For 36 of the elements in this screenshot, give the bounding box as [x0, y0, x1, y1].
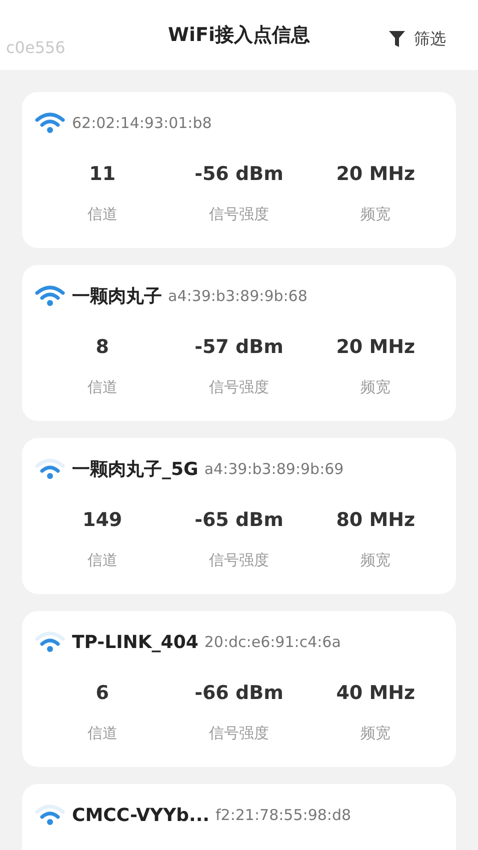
bssid-text: a4:39:b3:89:9b:69	[204, 458, 344, 480]
stat-value: 80 MHz	[336, 508, 416, 533]
stat-value: 8	[96, 335, 109, 360]
ssid-text: 一颗肉丸子	[72, 284, 162, 308]
stat-value: -57 dBm	[194, 335, 284, 360]
stat-label: 频宽	[360, 722, 391, 744]
stat-label: 信号强度	[208, 550, 269, 570]
stat-value: -56 dBm	[194, 162, 284, 187]
stat-value: 40 MHz	[336, 681, 416, 706]
bssid-text: 62:02:14:93:01:b8	[72, 112, 212, 134]
stat-label: 信道	[87, 204, 118, 224]
stat-value: 11	[89, 162, 116, 187]
stat-label: 信号强度	[208, 376, 269, 398]
stat-label: 频宽	[360, 204, 391, 224]
stat-label: 信道	[87, 550, 118, 570]
stat-value: 20 MHz	[336, 162, 416, 187]
page-title: WiFi接入点信息	[168, 22, 310, 48]
stat-value: -65 dBm	[194, 508, 284, 533]
filter-icon	[388, 30, 406, 48]
ssid-text: 一颗肉丸子_5G	[72, 458, 198, 482]
stat-label: 信号强度	[208, 204, 269, 224]
ssid-text: TP-LINK_404	[72, 630, 198, 654]
bssid-text: 20:dc:e6:91:c4:6a	[204, 632, 341, 653]
stat-value: -66 dBm	[194, 681, 284, 706]
stat-label: 频宽	[360, 550, 391, 570]
bssid-text: a4:39:b3:89:9b:68	[168, 286, 308, 307]
stat-label: 信道	[87, 376, 118, 398]
stat-value: 149	[82, 508, 122, 533]
stat-label: 信道	[87, 722, 118, 744]
stat-label: 信号强度	[208, 722, 269, 744]
stat-label: 频宽	[360, 376, 391, 398]
filter-button[interactable]: 筛选	[388, 27, 446, 51]
ssid-text: CMCC-VYYb...	[72, 804, 210, 828]
stat-value: 6	[96, 681, 109, 706]
stat-value: 20 MHz	[336, 335, 416, 360]
bssid-text: f2:21:78:55:98:d8	[216, 804, 352, 826]
